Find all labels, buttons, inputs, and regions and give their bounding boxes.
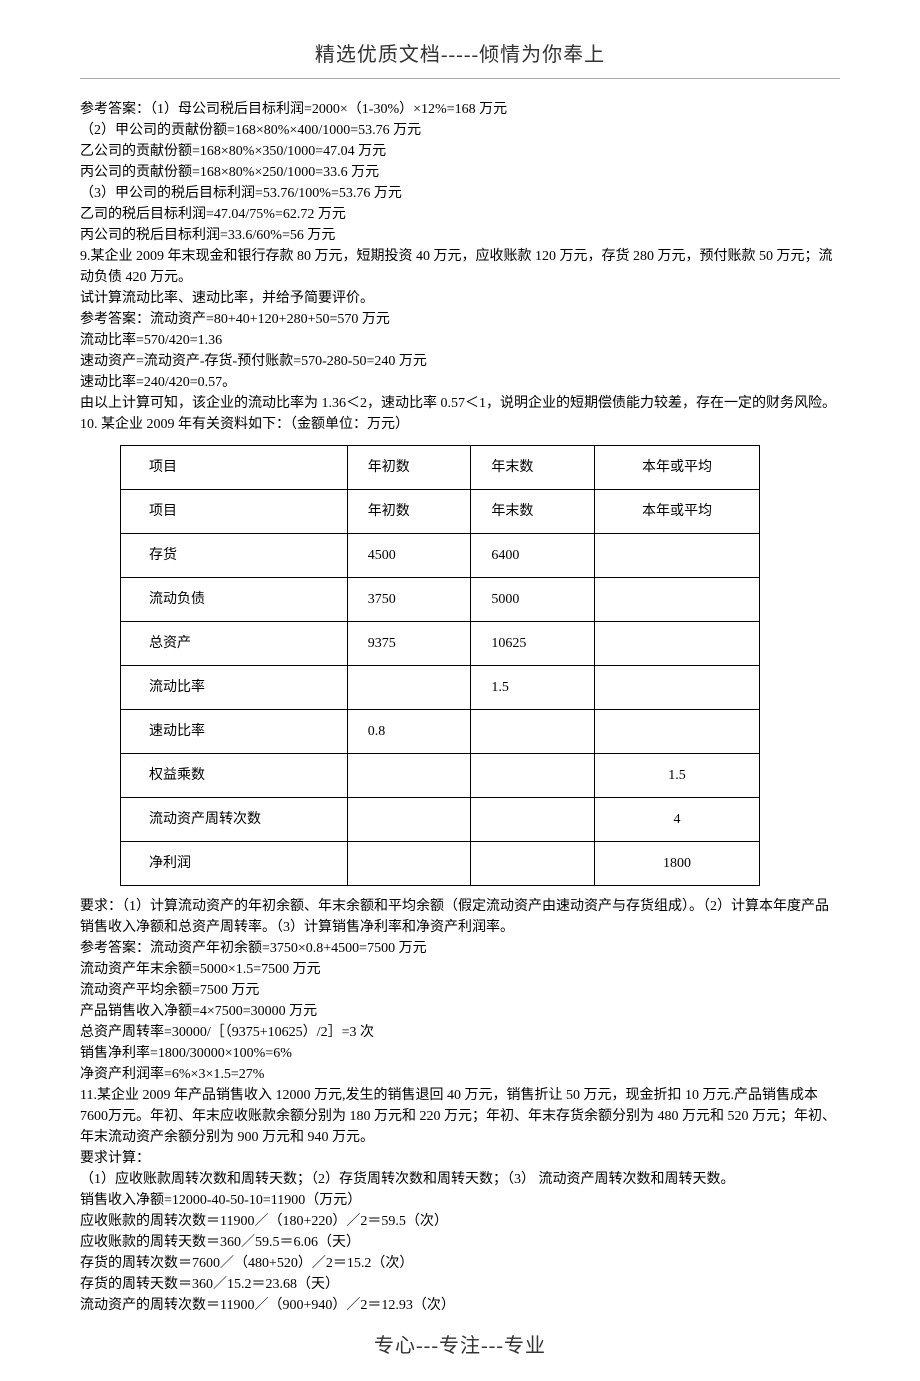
table-cell: 年初数: [347, 490, 471, 534]
text-line: 流动资产的周转次数＝11900／（900+940）／2＝12.93（次）: [80, 1295, 840, 1316]
table-row: 流动负债 3750 5000: [121, 578, 760, 622]
table-cell: 本年或平均: [595, 446, 760, 490]
text-line: 存货的周转次数＝7600／（480+520）／2＝15.2（次）: [80, 1253, 840, 1274]
text-line: （1）应收账款周转次数和周转天数；（2）存货周转次数和周转天数；（3） 流动资产…: [80, 1169, 840, 1190]
table-cell: [595, 534, 760, 578]
text-line: 流动资产平均余额=7500 万元: [80, 980, 840, 1001]
table-cell: 净利润: [121, 842, 348, 886]
text-line: 9.某企业 2009 年末现金和银行存款 80 万元，短期投资 40 万元，应收…: [80, 246, 840, 288]
text-line: 应收账款的周转天数＝360／59.5＝6.06（天）: [80, 1232, 840, 1253]
table-row: 速动比率 0.8: [121, 710, 760, 754]
header-divider: [80, 78, 840, 79]
table-cell: [595, 666, 760, 710]
text-line: 要求：（1）计算流动资产的年初余额、年末余额和平均余额（假定流动资产由速动资产与…: [80, 896, 840, 938]
table-cell: 总资产: [121, 622, 348, 666]
text-line: 要求计算：: [80, 1148, 840, 1169]
table-cell: [595, 578, 760, 622]
text-line: 参考答案：（1）母公司税后目标利润=2000×（1-30%）×12%=168 万…: [80, 99, 840, 120]
table-cell: 1.5: [471, 666, 595, 710]
table-row: 项目 年初数 年末数 本年或平均: [121, 490, 760, 534]
table-cell: [471, 842, 595, 886]
text-line: 应收账款的周转次数＝11900／（180+220）／2＝59.5（次）: [80, 1211, 840, 1232]
table-cell: 9375: [347, 622, 471, 666]
table-row: 流动比率 1.5: [121, 666, 760, 710]
table-cell: 6400: [471, 534, 595, 578]
table-cell: 4500: [347, 534, 471, 578]
text-line: 乙公司的贡献份额=168×80%×350/1000=47.04 万元: [80, 141, 840, 162]
text-line: 由以上计算可知，该企业的流动比率为 1.36＜2，速动比率 0.57＜1，说明企…: [80, 393, 840, 414]
text-line: 销售净利率=1800/30000×100%=6%: [80, 1043, 840, 1064]
table-row: 权益乘数 1.5: [121, 754, 760, 798]
text-line: 总资产周转率=30000/［（9375+10625）/2］=3 次: [80, 1022, 840, 1043]
financial-table: 项目 年初数 年末数 本年或平均 项目 年初数 年末数 本年或平均 存货 450…: [120, 445, 760, 886]
text-line: 乙司的税后目标利润=47.04/75%=62.72 万元: [80, 204, 840, 225]
text-line: 参考答案：流动资产=80+40+120+280+50=570 万元: [80, 309, 840, 330]
text-line: 丙公司的税后目标利润=33.6/60%=56 万元: [80, 225, 840, 246]
table-row: 项目 年初数 年末数 本年或平均: [121, 446, 760, 490]
text-line: 净资产利润率=6%×3×1.5=27%: [80, 1064, 840, 1085]
table-cell: [347, 754, 471, 798]
table-cell: 年末数: [471, 490, 595, 534]
text-line: 参考答案：流动资产年初余额=3750×0.8+4500=7500 万元: [80, 938, 840, 959]
table-cell: 1.5: [595, 754, 760, 798]
table-cell: 5000: [471, 578, 595, 622]
text-line: 流动比率=570/420=1.36: [80, 330, 840, 351]
text-line: 10. 某企业 2009 年有关资料如下：（金额单位：万元）: [80, 414, 840, 435]
table-cell: [471, 798, 595, 842]
table-cell: 10625: [471, 622, 595, 666]
table-cell: 项目: [121, 490, 348, 534]
table-cell: 3750: [347, 578, 471, 622]
table-cell: 年末数: [471, 446, 595, 490]
table-cell: 流动资产周转次数: [121, 798, 348, 842]
table-row: 净利润 1800: [121, 842, 760, 886]
table-cell: [471, 754, 595, 798]
table-cell: [347, 842, 471, 886]
table-cell: [347, 666, 471, 710]
page-header: 精选优质文档-----倾情为你奉上: [80, 40, 840, 70]
table-row: 存货 4500 6400: [121, 534, 760, 578]
table-cell: 项目: [121, 446, 348, 490]
table-cell: 年初数: [347, 446, 471, 490]
text-line: （3）甲公司的税后目标利润=53.76/100%=53.76 万元: [80, 183, 840, 204]
text-line: 速动资产=流动资产-存货-预付账款=570-280-50=240 万元: [80, 351, 840, 372]
text-line: 销售收入净额=12000-40-50-10=11900（万元）: [80, 1190, 840, 1211]
table-cell: 流动负债: [121, 578, 348, 622]
text-line: 产品销售收入净额=4×7500=30000 万元: [80, 1001, 840, 1022]
text-line: （2）甲公司的贡献份额=168×80%×400/1000=53.76 万元: [80, 120, 840, 141]
table-cell: [595, 710, 760, 754]
text-line: 存货的周转天数＝360／15.2＝23.68（天）: [80, 1274, 840, 1295]
table-cell: 流动比率: [121, 666, 348, 710]
table-cell: [595, 622, 760, 666]
page-footer: 专心---专注---专业: [80, 1331, 840, 1361]
table-cell: 4: [595, 798, 760, 842]
table-cell: 速动比率: [121, 710, 348, 754]
table-cell: 权益乘数: [121, 754, 348, 798]
text-line: 速动比率=240/420=0.57。: [80, 372, 840, 393]
table-cell: 1800: [595, 842, 760, 886]
table-row: 总资产 9375 10625: [121, 622, 760, 666]
table-cell: 0.8: [347, 710, 471, 754]
text-line: 试计算流动比率、速动比率，并给予简要评价。: [80, 288, 840, 309]
table-cell: 存货: [121, 534, 348, 578]
table-row: 流动资产周转次数 4: [121, 798, 760, 842]
text-line: 流动资产年末余额=5000×1.5=7500 万元: [80, 959, 840, 980]
table-cell: [347, 798, 471, 842]
text-line: 11.某企业 2009 年产品销售收入 12000 万元,发生的销售退回 40 …: [80, 1085, 840, 1148]
text-line: 丙公司的贡献份额=168×80%×250/1000=33.6 万元: [80, 162, 840, 183]
table-cell: [471, 710, 595, 754]
table-cell: 本年或平均: [595, 490, 760, 534]
